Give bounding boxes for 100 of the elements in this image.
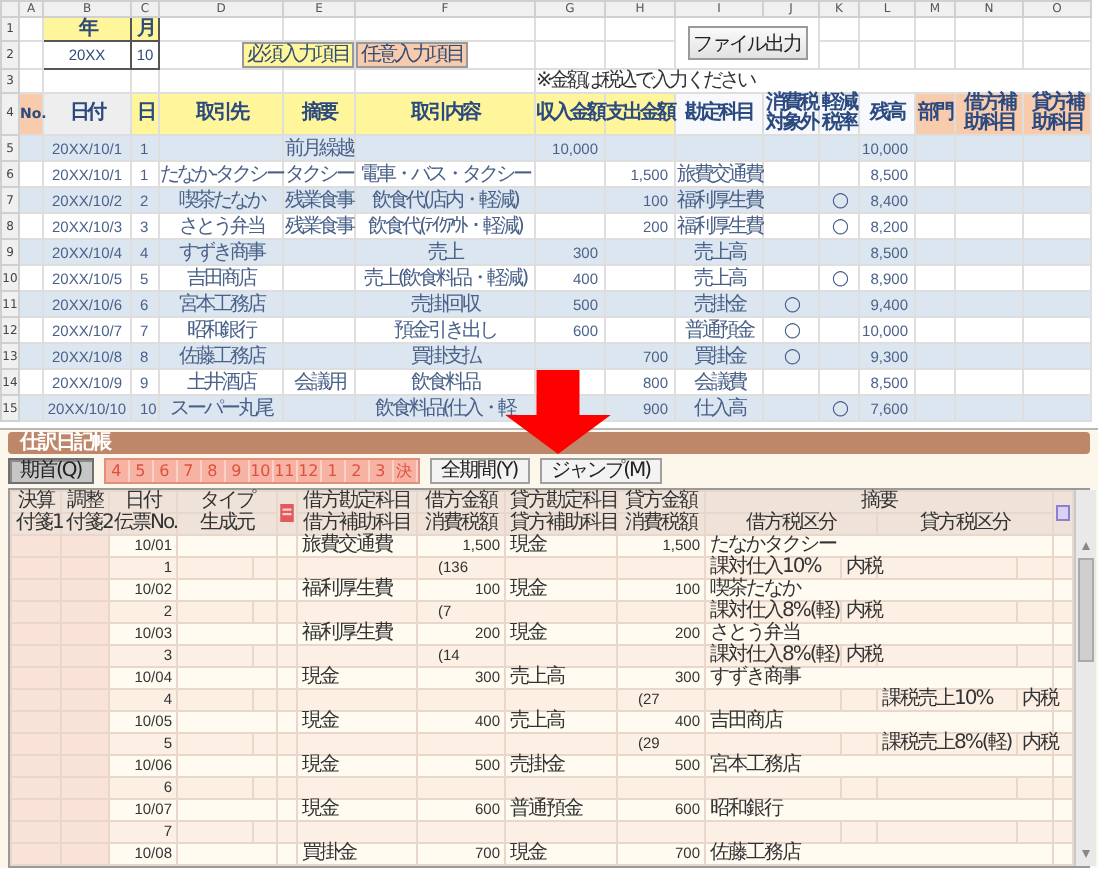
scrollbar[interactable]: [1074, 490, 1096, 866]
table-cell: 現金: [505, 843, 617, 865]
column-header: 勘定科目: [675, 93, 763, 135]
table-cell: 現金: [297, 711, 417, 733]
table-cell: 前月繰越: [283, 135, 355, 161]
column-header: 支出金額: [605, 93, 675, 135]
month-button[interactable]: 1: [321, 460, 346, 482]
table-cell: 喫茶たなか: [159, 187, 283, 213]
column-header: 付箋1: [11, 513, 61, 535]
table-cell: 現金: [505, 535, 617, 557]
month-button[interactable]: 6: [153, 460, 178, 482]
export-button[interactable]: ファイル出力: [687, 26, 807, 60]
column-header: 借方金額: [417, 491, 505, 513]
table-cell: 現金: [505, 579, 617, 601]
period-button[interactable]: 期首(Q): [8, 458, 94, 484]
column-header: 生成元: [177, 513, 277, 535]
column-header: 借方勘定科目: [297, 491, 417, 513]
note-icon[interactable]: [280, 504, 294, 522]
column-header: 貸方補助科目: [505, 513, 617, 535]
month-button[interactable]: 10: [249, 460, 274, 482]
month-button[interactable]: 4: [105, 460, 130, 482]
table-cell: 福利厚生費: [297, 579, 417, 601]
table-cell: 課対仕入8%(軽): [705, 645, 841, 667]
table-cell: 現金: [297, 755, 417, 777]
month-button[interactable]: 7: [177, 460, 202, 482]
column-header: 日付: [43, 93, 131, 135]
table-cell: 仕入高: [675, 395, 763, 421]
column-header: 摘要: [705, 491, 1053, 513]
column-header: 取引内容: [355, 93, 535, 135]
table-cell: 現金: [297, 799, 417, 821]
column-header: 調整: [61, 491, 109, 513]
table-cell: 宮本工務店: [159, 291, 283, 317]
column-header: 付箋2: [61, 513, 109, 535]
table-cell: 佐藤工務店: [159, 343, 283, 369]
period-button[interactable]: 全期間(Y): [429, 458, 530, 484]
column-header: 借方補助科目: [955, 93, 1023, 135]
column-header: 部門: [915, 93, 955, 135]
table-cell: 買掛金: [297, 843, 417, 865]
table-cell: スーパー丸尾: [159, 395, 283, 421]
month-button[interactable]: 決: [393, 460, 418, 482]
column-header: 借方補助科目: [297, 513, 417, 535]
table-cell: すずき商事: [705, 667, 1053, 689]
column-header: 借方税区分: [705, 513, 877, 535]
year-label: 年: [43, 17, 131, 41]
column-header: 取引先: [159, 93, 283, 135]
column-header: 決算: [11, 491, 61, 513]
panel-title: 仕訳日記帳: [8, 432, 1090, 454]
table-cell: さとう弁当: [705, 623, 1053, 645]
table-cell: 喫茶たなか: [705, 579, 1053, 601]
column-header: 日付: [109, 491, 177, 513]
table-cell: 課対仕入10%: [705, 557, 841, 579]
month-button[interactable]: 8: [201, 460, 226, 482]
table-cell: 売上高: [505, 711, 617, 733]
table-cell: 宮本工務店: [705, 755, 1053, 777]
legend-label: 任意入力項目: [356, 42, 468, 68]
table-cell: 課対仕入8%(軽): [705, 601, 841, 623]
legend-label: 必須入力項目: [242, 42, 354, 68]
table-cell: 買掛支払: [355, 343, 535, 369]
column-header: 貸方税区分: [877, 513, 1053, 535]
column-header: 軽減税率: [819, 93, 859, 135]
month-button[interactable]: 9: [225, 460, 250, 482]
column-header: 消費税額: [417, 513, 505, 535]
month-button[interactable]: 5: [129, 460, 154, 482]
table-cell: すずき商事: [159, 239, 283, 265]
table-cell: 売上高: [675, 239, 763, 265]
table-cell: 現金: [505, 623, 617, 645]
table-cell: 残業食事: [283, 187, 355, 213]
jump-button[interactable]: ジャンプ(M): [539, 458, 663, 484]
month-button[interactable]: 11: [273, 460, 298, 482]
table-cell: 飲食代(店内・軽減): [355, 187, 535, 213]
table-cell: 現金: [297, 667, 417, 689]
column-header: 収入金額: [535, 93, 605, 135]
month-button[interactable]: 3: [369, 460, 394, 482]
table-cell: 吉田商店: [705, 711, 1053, 733]
table-cell: 旅費交通費: [297, 535, 417, 557]
column-header: 貸方勘定科目: [505, 491, 617, 513]
table-cell: 売掛金: [505, 755, 617, 777]
table-cell: 佐藤工務店: [705, 843, 1053, 865]
table-cell: 売上: [355, 239, 535, 265]
table-cell: 課税売上8%(軽): [877, 733, 1017, 755]
column-header: 貸方補助科目: [1023, 93, 1091, 135]
table-cell: 売掛金: [675, 291, 763, 317]
table-cell: 福利厚生費: [297, 623, 417, 645]
table-cell: 売掛回収: [355, 291, 535, 317]
table-cell: 福利厚生費: [675, 187, 763, 213]
table-cell: 昭和銀行: [705, 799, 1053, 821]
month-button[interactable]: 2: [345, 460, 370, 482]
column-header: 貸方金額: [617, 491, 705, 513]
document-icon[interactable]: [1056, 504, 1070, 522]
table-cell: 普通預金: [505, 799, 617, 821]
column-header: 摘要: [283, 93, 355, 135]
table-cell: 買掛金: [675, 343, 763, 369]
column-header: 消費税額: [617, 513, 705, 535]
column-header: 残高: [859, 93, 915, 135]
table-cell: たなかタクシー: [705, 535, 1053, 557]
table-cell: 売上高: [505, 667, 617, 689]
column-header: 消費税対象外: [763, 93, 819, 135]
table-cell: 課税売上10%: [877, 689, 1017, 711]
column-header: タイプ: [177, 491, 277, 513]
month-button[interactable]: 12: [297, 460, 322, 482]
